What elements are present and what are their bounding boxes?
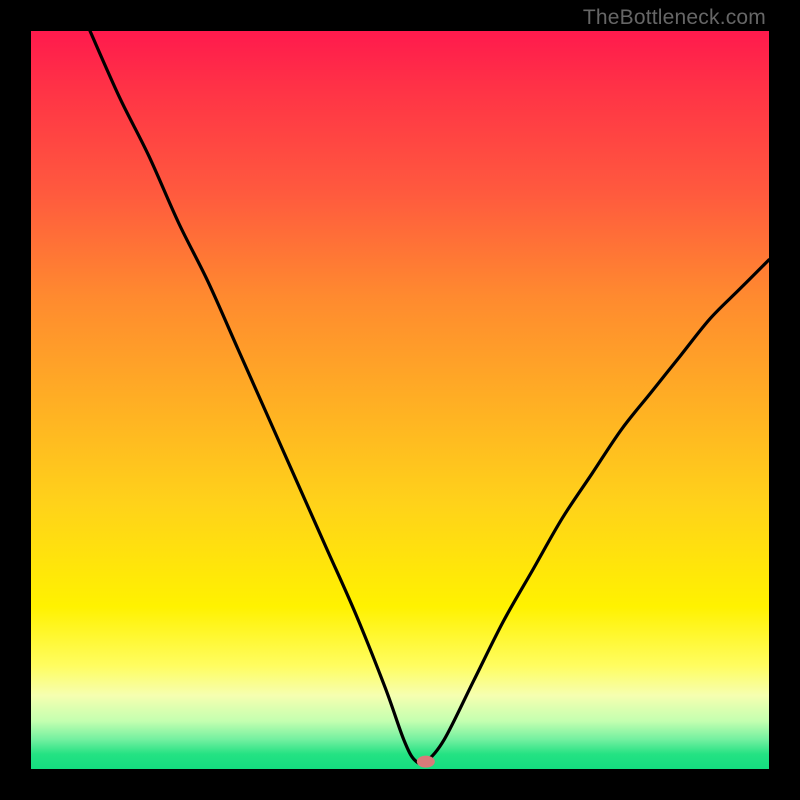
optimum-marker xyxy=(417,756,435,768)
bottleneck-curve xyxy=(90,31,769,764)
attribution-text: TheBottleneck.com xyxy=(583,6,766,30)
chart-frame: TheBottleneck.com xyxy=(0,0,800,800)
curve-layer xyxy=(31,31,769,769)
